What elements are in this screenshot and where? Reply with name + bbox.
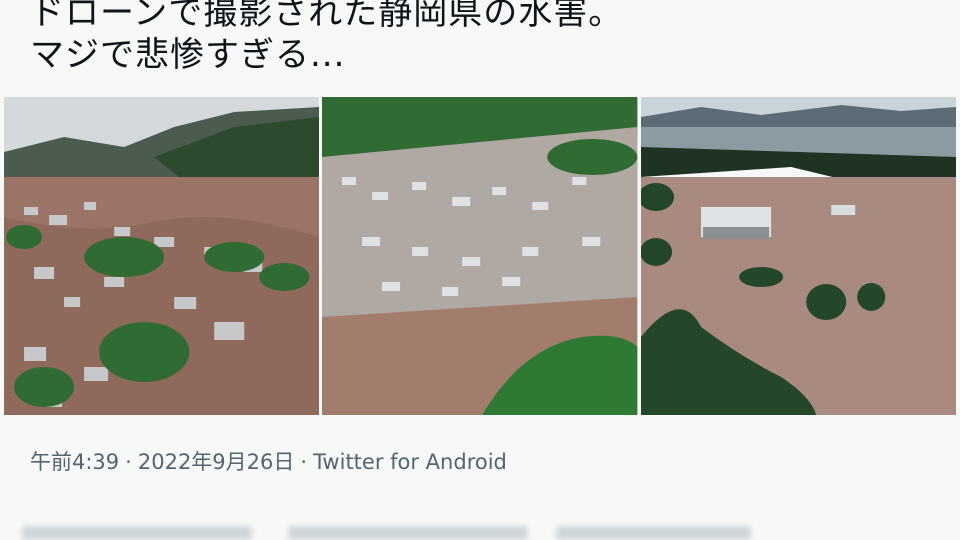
blurred-stat-3	[556, 526, 751, 540]
blurred-stat-1	[22, 526, 252, 540]
tweet-text: ドローンで撮影された静岡県の水害。 マジで悲惨すぎる...	[30, 0, 623, 76]
flooded-buildings-photo-icon	[640, 97, 956, 415]
tweet-meta: 午前4:39 · 2022年9月26日 · Twitter for Android	[30, 446, 507, 476]
flood-photo-2[interactable]	[322, 97, 638, 415]
flooded-town-photo-icon	[4, 97, 320, 415]
blurred-stat-2	[288, 526, 528, 540]
flood-photo-1[interactable]	[4, 97, 320, 415]
tweet-client[interactable]: Twitter for Android	[313, 450, 507, 474]
blurred-stats-row	[0, 526, 960, 540]
flood-photo-3[interactable]	[640, 97, 956, 415]
meta-separator-2: ·	[300, 450, 308, 474]
tweet-text-line-2: マジで悲惨すぎる...	[30, 35, 346, 75]
tweet-time[interactable]: 午前4:39	[30, 450, 119, 474]
tweet-date[interactable]: 2022年9月26日	[138, 450, 295, 474]
media-grid	[4, 97, 956, 415]
meta-separator: ·	[125, 450, 132, 474]
flooded-neighborhood-photo-icon	[322, 97, 638, 415]
tweet-text-line-1: ドローンで撮影された静岡県の水害。	[30, 0, 624, 33]
